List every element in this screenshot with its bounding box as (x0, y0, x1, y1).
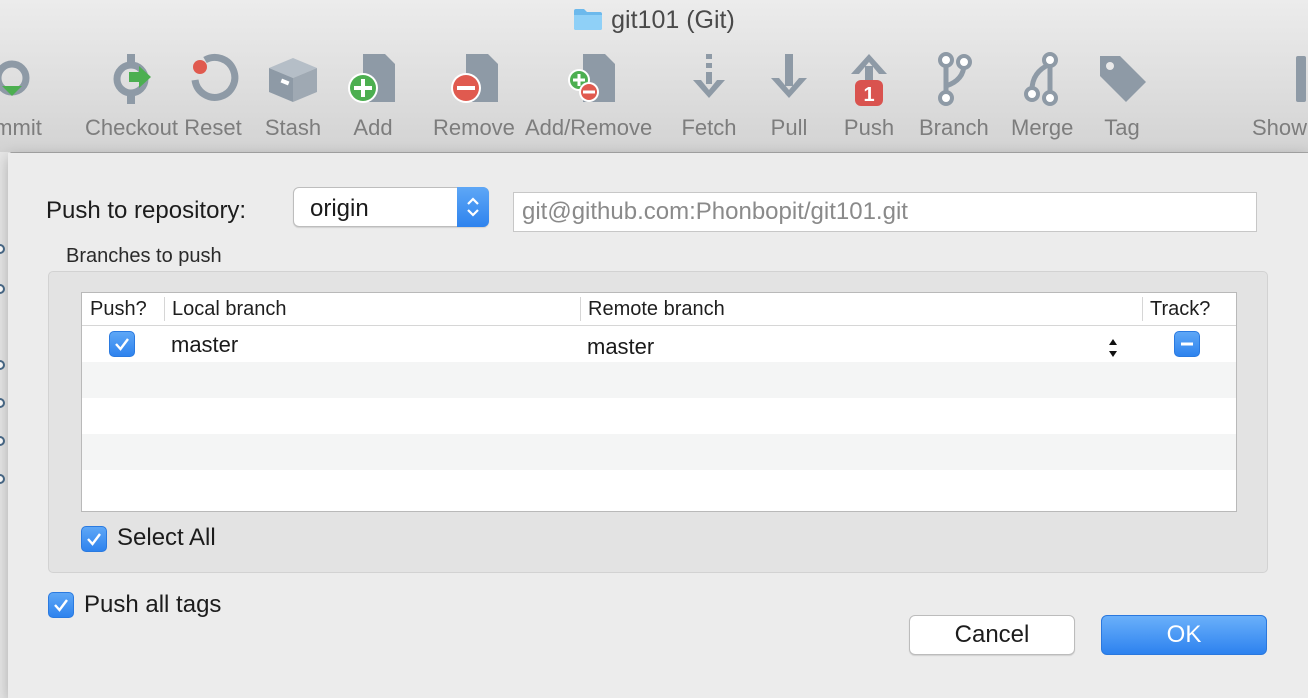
checkmark-icon (115, 338, 129, 351)
cancel-button[interactable]: Cancel (909, 615, 1075, 655)
toolbar-fetch-label: Fetch (681, 115, 737, 140)
pull-icon (759, 50, 819, 108)
window-title-text: git101 (Git) (611, 6, 735, 34)
column-separator (580, 297, 581, 321)
table-row-empty (82, 398, 1236, 434)
reset-icon (183, 50, 243, 108)
toolbar-fetch-button[interactable]: Fetch (679, 50, 739, 142)
track-branch-checkbox[interactable] (1174, 331, 1200, 357)
add-remove-icon (559, 50, 619, 108)
remove-icon (444, 50, 504, 108)
commit-node (0, 436, 5, 446)
select-all-checkbox[interactable] (81, 526, 107, 552)
column-local-branch[interactable]: Local branch (172, 296, 287, 322)
toolbar-pull-label: Pull (770, 115, 808, 140)
toolbar-remove-label: Remove (433, 115, 515, 140)
commit-node (0, 244, 5, 254)
commit-node (0, 284, 5, 294)
toolbar-show-label: Show (1252, 115, 1308, 140)
toolbar-reset-button[interactable]: Reset (183, 50, 243, 142)
toolbar-add-remove-label: Add/Remove (525, 115, 653, 140)
table-row-empty (82, 434, 1236, 470)
column-separator (164, 297, 165, 321)
updown-chevron-icon[interactable] (1106, 336, 1120, 365)
toolbar-remove-button[interactable]: Remove (433, 50, 515, 142)
column-remote-branch[interactable]: Remote branch (588, 296, 725, 322)
toolbar-add-remove-button[interactable]: Add/Remove (525, 50, 652, 142)
merge-icon (1012, 50, 1072, 108)
push-branch-checkbox[interactable] (109, 331, 135, 357)
commit-node (0, 398, 5, 408)
toolbar-pull-button[interactable]: Pull (759, 50, 819, 142)
toolbar-push-button[interactable]: 1 Push (839, 50, 899, 142)
toolbar-checkout-button[interactable]: Checkout (85, 50, 178, 142)
window-toolbar: git101 (Git) mmit Checkout Reset Stash A… (0, 0, 1308, 153)
show-icon (1252, 50, 1308, 108)
toolbar-commit-button[interactable]: mmit (0, 50, 48, 142)
table-row-empty (82, 470, 1236, 511)
updown-chevron-icon (457, 187, 489, 227)
toolbar-checkout-label: Checkout (85, 115, 178, 140)
push-badge: 1 (863, 84, 874, 106)
repository-select-value: origin (310, 195, 369, 222)
push-all-tags-label[interactable]: Push all tags (84, 591, 221, 619)
push-to-repository-label: Push to repository: (46, 197, 247, 224)
repository-url-field[interactable] (513, 192, 1257, 232)
tag-icon (1092, 50, 1152, 108)
toolbar-merge-button[interactable]: Merge (1011, 50, 1073, 142)
fetch-icon (679, 50, 739, 108)
commit-node (0, 360, 5, 370)
table-row-empty (82, 362, 1236, 398)
toolbar-tag-button[interactable]: Tag (1092, 50, 1152, 142)
select-all-label[interactable]: Select All (117, 524, 216, 552)
toolbar-branch-label: Branch (919, 115, 989, 140)
checkmark-icon (87, 533, 101, 546)
toolbar-add-label: Add (353, 115, 393, 140)
stash-icon (263, 50, 323, 108)
window-title: git101 (Git) (0, 6, 1308, 38)
toolbar-push-label: Push (843, 115, 895, 140)
checkout-icon (101, 50, 161, 108)
branches-group-box: Push? Local branch Remote branch Track? … (48, 271, 1268, 573)
branches-table[interactable]: Push? Local branch Remote branch Track? … (81, 292, 1237, 512)
toolbar-reset-label: Reset (184, 115, 242, 140)
column-track[interactable]: Track? (1150, 296, 1210, 322)
toolbar-stash-button[interactable]: Stash (263, 50, 323, 142)
table-row[interactable]: master master (82, 326, 1236, 362)
push-all-tags-checkbox[interactable] (48, 592, 74, 618)
repository-select[interactable]: origin (293, 187, 489, 227)
push-icon: 1 (839, 50, 899, 108)
branches-to-push-label: Branches to push (66, 245, 222, 267)
toolbar-show-button[interactable]: Show (1252, 50, 1308, 142)
local-branch-name: master (171, 332, 239, 357)
toolbar-branch-button[interactable]: Branch (919, 50, 989, 142)
toolbar-tag-label: Tag (1104, 115, 1140, 140)
push-dialog: Push to repository: origin Branches to p… (8, 153, 1308, 698)
column-separator (1142, 297, 1143, 321)
folder-icon (573, 7, 603, 38)
commit-node (0, 474, 5, 484)
toolbar-add-button[interactable]: Add (343, 50, 403, 142)
toolbar-stash-label: Stash (264, 115, 322, 140)
remote-branch-select[interactable]: master (587, 334, 654, 360)
table-header: Push? Local branch Remote branch Track? (82, 293, 1236, 326)
branch-icon (924, 50, 984, 108)
minus-icon (1181, 342, 1193, 346)
toolbar-merge-label: Merge (1011, 115, 1074, 140)
column-push[interactable]: Push? (90, 296, 147, 322)
checkmark-icon (54, 599, 68, 612)
ok-button[interactable]: OK (1101, 615, 1267, 655)
add-icon (343, 50, 403, 108)
commit-icon (0, 50, 48, 108)
toolbar-commit-label: mmit (0, 115, 42, 140)
